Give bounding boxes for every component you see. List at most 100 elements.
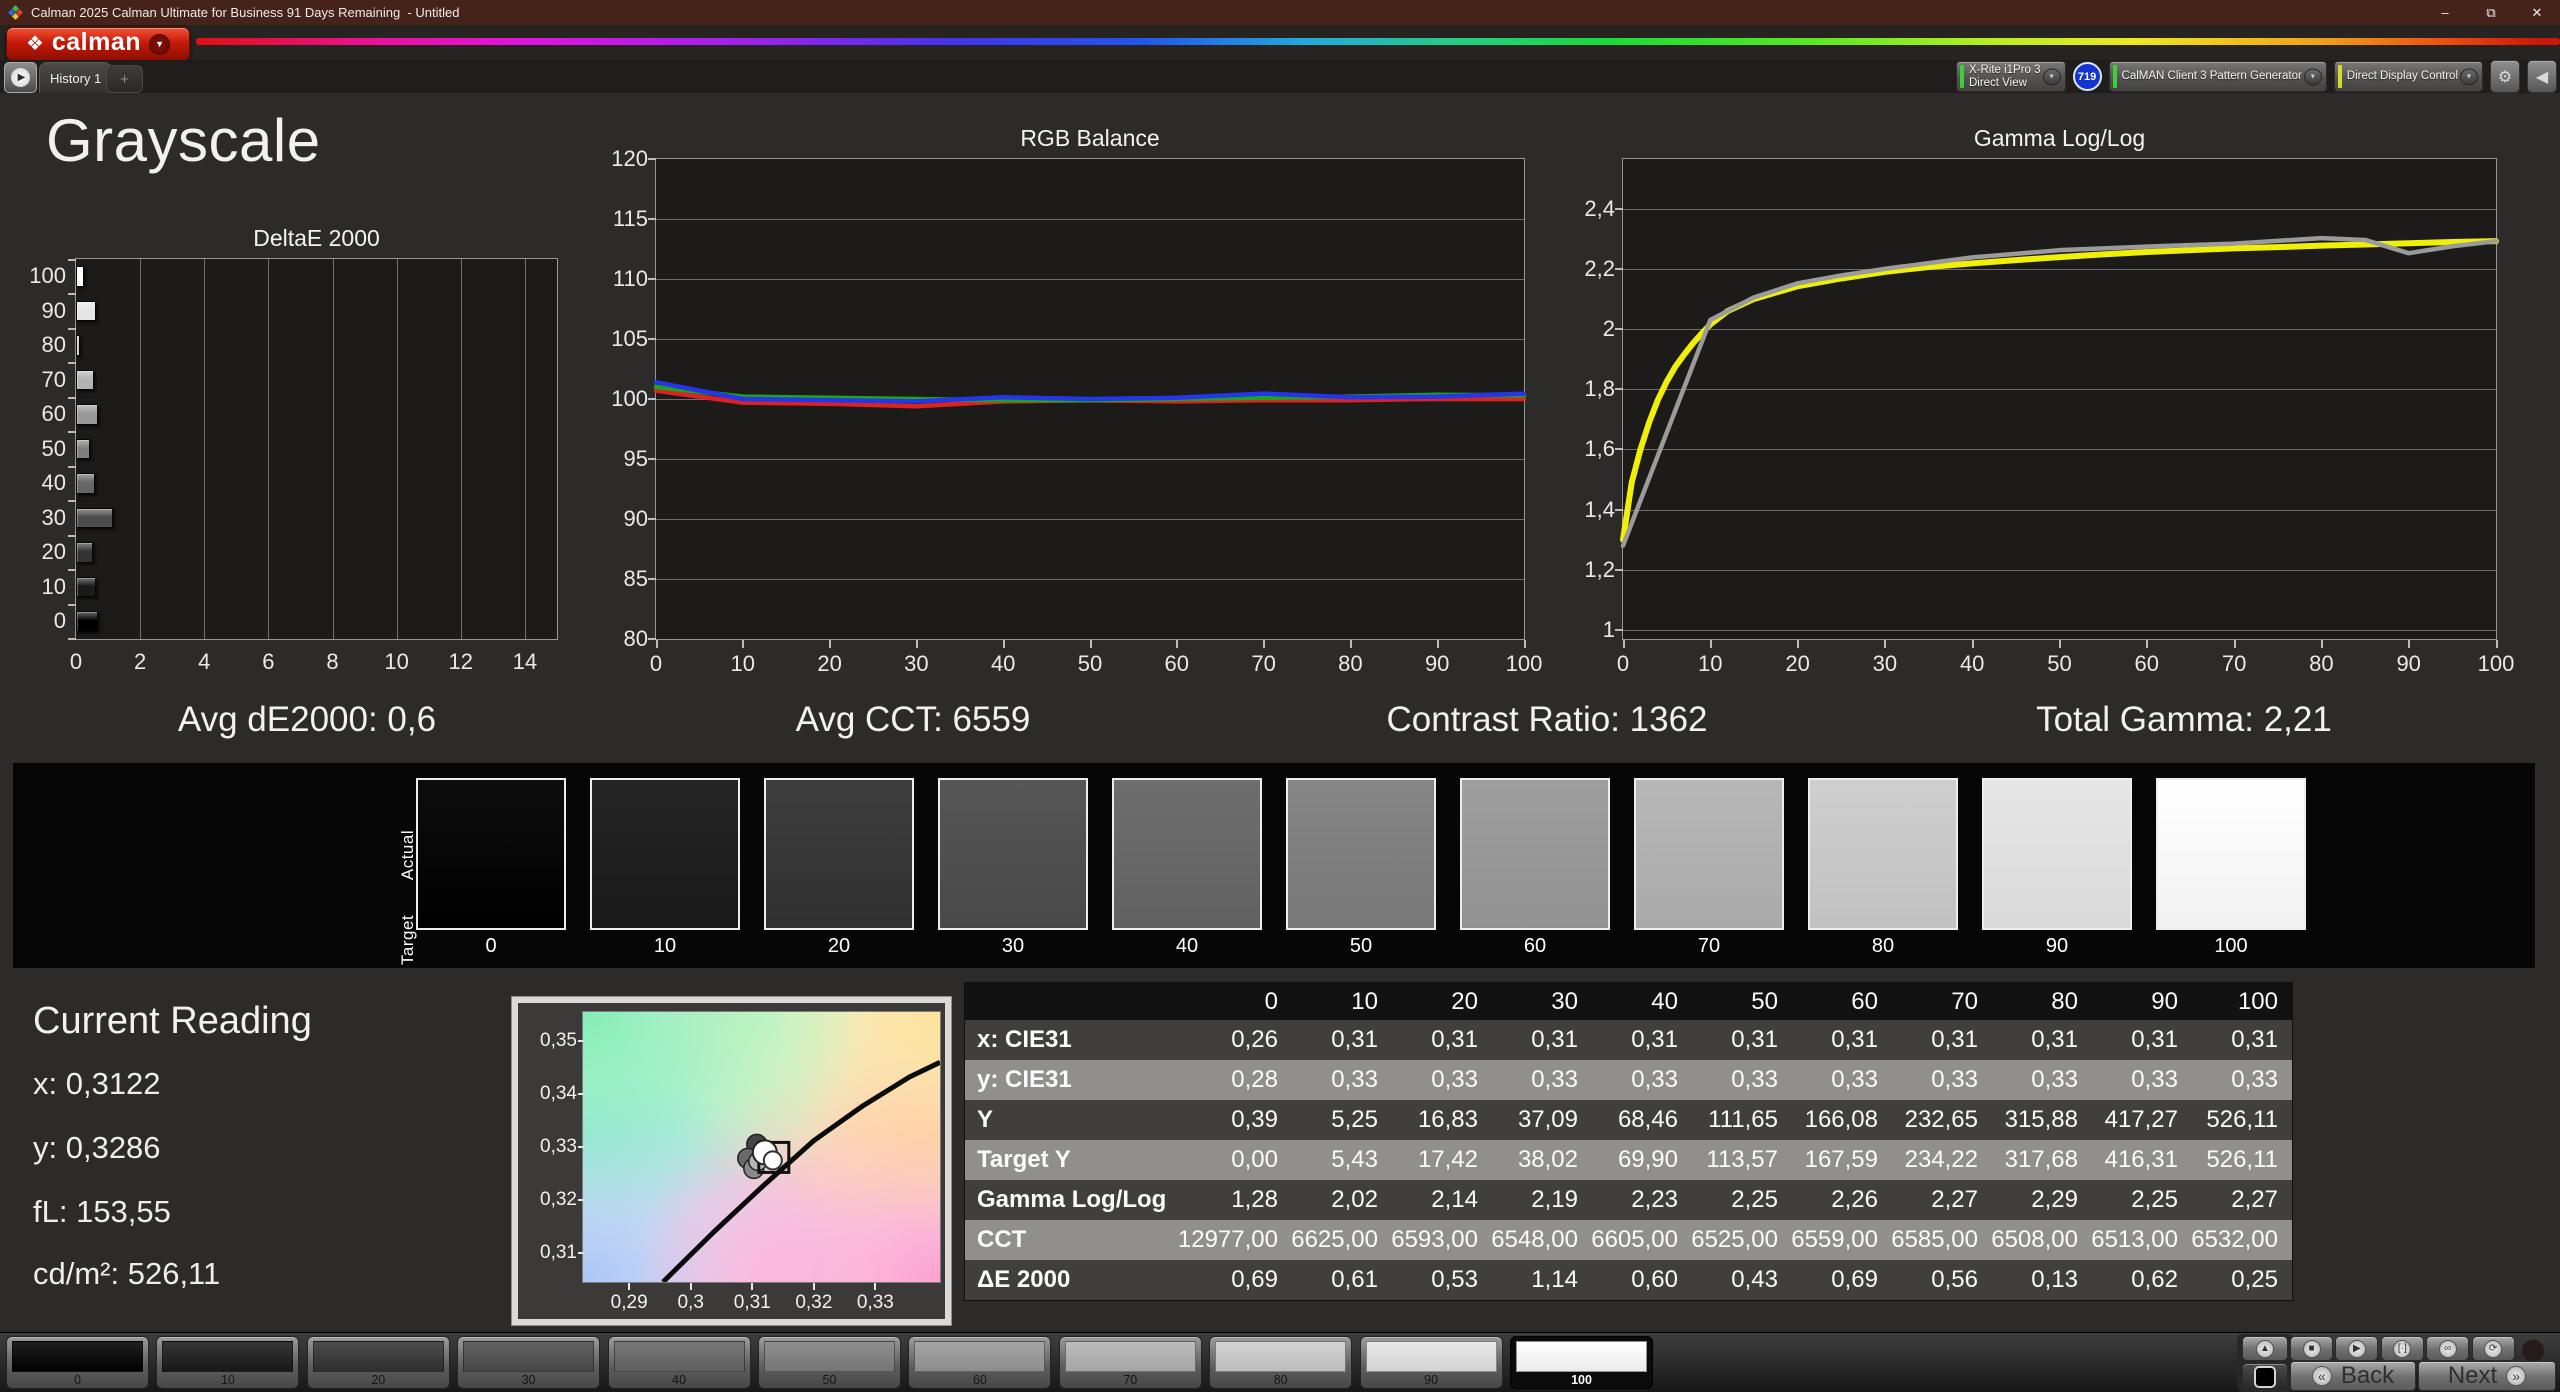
- table-row-label: y: CIE31: [965, 1060, 1192, 1100]
- chevron-down-icon[interactable]: ▼: [2043, 68, 2061, 85]
- status-light: [2521, 1339, 2545, 1363]
- gamma-y-tick-label: 2: [1557, 316, 1615, 342]
- calman-menu-button[interactable]: ❖ calman ▼: [6, 27, 190, 61]
- gamma-y-tick-label: 2,4: [1557, 196, 1615, 222]
- rgb-x-tick-label: 30: [891, 651, 941, 677]
- table-cell: 0,31: [1392, 1020, 1492, 1060]
- table-cell: 2,27: [2192, 1180, 2292, 1220]
- table-row: x: CIE310,260,310,310,310,310,310,310,31…: [965, 1020, 2292, 1060]
- refresh-button[interactable]: ⟳: [2472, 1336, 2515, 1361]
- pattern-button-10[interactable]: 10: [156, 1336, 299, 1389]
- tick: [648, 518, 656, 520]
- gamma-x-tick-label: 40: [1947, 651, 1997, 677]
- chevron-down-icon[interactable]: ▼: [2460, 68, 2478, 85]
- pattern-button-40[interactable]: 40: [608, 1336, 751, 1389]
- minimize-button[interactable]: –: [2422, 0, 2468, 25]
- workflow-play-button[interactable]: ▶: [4, 62, 37, 93]
- stop-measure-button[interactable]: [2242, 1363, 2288, 1391]
- cie-y-tick-label: 0,34: [525, 1083, 577, 1105]
- add-tab-button[interactable]: +: [106, 65, 143, 93]
- deltae-bar: [76, 508, 113, 529]
- chevron-left-icon: «: [2312, 1366, 2332, 1386]
- gamma-x-tick-label: 90: [2384, 651, 2434, 677]
- rgb-y-tick-label: 80: [590, 626, 648, 652]
- pattern-button-0[interactable]: 0: [6, 1336, 149, 1389]
- device-button-display-control[interactable]: Direct Display Control▼: [2334, 61, 2483, 92]
- table-cell: 6585,00: [1892, 1220, 1992, 1260]
- stop-button[interactable]: ■: [2290, 1336, 2333, 1361]
- tick: [1350, 640, 1352, 648]
- reading-y: y: 0,3286: [33, 1130, 161, 1166]
- calman-application: Calman 2025 Calman Ultimate for Business…: [0, 0, 2560, 1392]
- pattern-button-80[interactable]: 80: [1209, 1336, 1352, 1389]
- gamma-y-tick-label: 2,2: [1557, 256, 1615, 282]
- pattern-button-70[interactable]: 70: [1059, 1336, 1202, 1389]
- device-button-pattern-generator[interactable]: CalMAN Client 3 Pattern Generator▼: [2109, 61, 2327, 92]
- cie-y-tick-label: 0,31: [525, 1242, 577, 1264]
- gamma-x-tick-label: 80: [2296, 651, 2346, 677]
- band-label-actual: Actual: [398, 807, 418, 903]
- table-cell: 37,09: [1492, 1100, 1592, 1140]
- play-button[interactable]: ▶: [2335, 1336, 2378, 1361]
- next-button[interactable]: Next »: [2418, 1361, 2556, 1391]
- device-toolbar: X-Rite i1Pro 3Direct View▼719CalMAN Clie…: [1956, 61, 2557, 92]
- gamma-x-tick-label: 60: [2122, 651, 2172, 677]
- calman-app-icon: [8, 5, 23, 20]
- table-cell: 2,02: [1292, 1180, 1392, 1220]
- deltae-y-tick-label: 20: [0, 539, 66, 565]
- device-button-meter[interactable]: X-Rite i1Pro 3Direct View▼: [1956, 61, 2066, 92]
- cie-x-tick-label: 0,33: [848, 1292, 902, 1314]
- close-button[interactable]: ✕: [2514, 0, 2560, 25]
- reading-x: x: 0,3122: [33, 1066, 161, 1102]
- pattern-button-100[interactable]: 100: [1510, 1336, 1653, 1389]
- table-column-header: 60: [1792, 983, 1892, 1020]
- pattern-button-90[interactable]: 90: [1360, 1336, 1503, 1389]
- tick: [68, 604, 76, 606]
- tick: [578, 1146, 583, 1148]
- expand-up-button[interactable]: ▲: [2242, 1336, 2288, 1361]
- table-cell: 6593,00: [1392, 1220, 1492, 1260]
- tab-history-1[interactable]: History 1: [39, 62, 112, 93]
- tick: [1615, 629, 1623, 631]
- grayscale-swatch-band: Actual Target 0102030405060708090100: [13, 763, 2535, 968]
- tick: [578, 1040, 583, 1042]
- table-cell: 2,27: [1892, 1180, 1992, 1220]
- pattern-button-60[interactable]: 60: [908, 1336, 1051, 1389]
- loop-button[interactable]: ∞: [2426, 1336, 2469, 1361]
- meter-reading-badge[interactable]: 719: [2073, 62, 2102, 91]
- gamma-x-tick-label: 30: [1860, 651, 1910, 677]
- gamma-x-tick-label: 100: [2471, 651, 2521, 677]
- table-cell: 317,68: [1992, 1140, 2092, 1180]
- rgb-y-tick-label: 85: [590, 566, 648, 592]
- table-cell: 0,33: [1692, 1060, 1792, 1100]
- tick: [68, 500, 76, 502]
- tick: [578, 1199, 583, 1201]
- grayscale-swatch-40: [1112, 778, 1262, 930]
- table-cell: 1,28: [1192, 1180, 1292, 1220]
- tick: [578, 1252, 583, 1254]
- device-status-bar: [1960, 65, 1964, 88]
- deltae-bar: [76, 335, 80, 356]
- pattern-chip: [162, 1341, 293, 1372]
- pattern-button-30[interactable]: 30: [457, 1336, 600, 1389]
- table-cell: 69,90: [1592, 1140, 1692, 1180]
- tick: [648, 158, 656, 160]
- tick: [1615, 388, 1623, 390]
- deltae-y-tick-label: 80: [0, 332, 66, 358]
- cie-x-tick-label: 0,3: [664, 1292, 718, 1314]
- table-cell: 2,29: [1992, 1180, 2092, 1220]
- single-measure-button[interactable]: [·]: [2381, 1336, 2424, 1361]
- tick: [1524, 640, 1526, 648]
- pattern-level-label: 30: [458, 1373, 599, 1387]
- pattern-button-50[interactable]: 50: [758, 1336, 901, 1389]
- table-cell: 0,25: [2192, 1260, 2292, 1300]
- window-title: Calman 2025 Calman Ultimate for Business…: [31, 5, 459, 20]
- chevron-down-icon[interactable]: ▼: [2304, 68, 2322, 85]
- rgb-x-tick-label: 80: [1325, 651, 1375, 677]
- settings-gear-button[interactable]: ⚙: [2490, 60, 2520, 93]
- table-cell: 0,33: [1892, 1060, 1992, 1100]
- collapse-panel-button[interactable]: ◀: [2527, 60, 2557, 93]
- pattern-button-20[interactable]: 20: [307, 1336, 450, 1389]
- maximize-restore-button[interactable]: ⧉: [2468, 0, 2514, 25]
- back-button[interactable]: « Back: [2290, 1361, 2416, 1391]
